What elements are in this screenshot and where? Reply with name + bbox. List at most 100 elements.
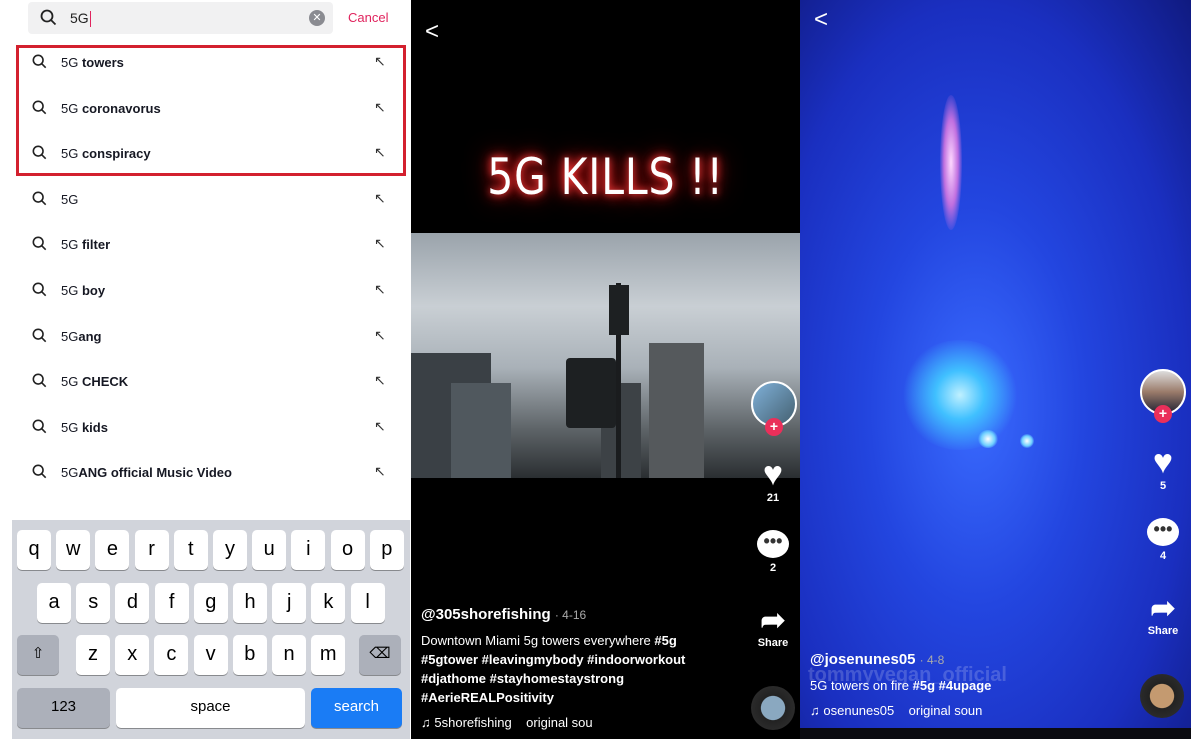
share-label: Share (757, 637, 789, 649)
key-i[interactable]: i (291, 530, 326, 570)
share-label: Share (1147, 625, 1179, 637)
suggestion-completion: ang (78, 328, 102, 344)
comment-button[interactable]: ••• 4 (1138, 518, 1188, 562)
key-q[interactable]: q (17, 530, 51, 570)
key-h[interactable]: h (233, 583, 267, 623)
key-p[interactable]: p (369, 530, 404, 570)
numbers-key[interactable]: 123 (17, 688, 110, 728)
fill-arrow-icon[interactable]: ↖ (374, 190, 386, 207)
key-w[interactable]: w (56, 530, 91, 570)
follow-plus-icon[interactable]: + (1154, 405, 1172, 423)
key-a[interactable]: a (37, 583, 71, 623)
building (649, 343, 704, 478)
music-disc[interactable] (751, 686, 795, 730)
highlight-box (16, 45, 406, 176)
key-m[interactable]: m (311, 635, 346, 675)
suggestion-item[interactable]: 5GANG official Music Video ↖ (30, 460, 390, 484)
suggestion-completion: kids (78, 419, 108, 435)
suggestion-completion: boy (78, 283, 106, 298)
key-d[interactable]: d (115, 583, 150, 623)
fill-arrow-icon[interactable]: ↖ (374, 327, 386, 344)
video-panel-2[interactable]: < + ♥ 5 ••• 4 ➦ Share tommyvegan_official @… (800, 0, 1191, 739)
key-l[interactable]: l (350, 583, 385, 623)
hashtags[interactable]: #5g #4upage (913, 678, 992, 693)
heart-icon: ♥ (1152, 443, 1174, 481)
key-k[interactable]: k (311, 583, 346, 623)
search-icon (32, 419, 47, 434)
video-frame (411, 233, 800, 478)
search-panel: 5G ✕ Cancel 5G towers ↖ 5G coronavorus ↖ 5G … (0, 0, 410, 739)
music-text: 5shorefishing original sou (434, 715, 593, 730)
cancel-button[interactable]: Cancel (348, 10, 388, 25)
comment-button[interactable]: ••• 2 (748, 530, 798, 574)
follow-plus-icon[interactable]: + (765, 418, 783, 436)
caption: Downtown Miami 5g towers everywhere #5g … (421, 631, 721, 707)
share-button[interactable]: ➦ Share (748, 605, 798, 650)
key-c[interactable]: c (154, 635, 189, 675)
back-button[interactable]: < (425, 18, 439, 46)
suggestion-item[interactable]: 5G boy ↖ (30, 278, 390, 302)
video-panel-1[interactable]: < 5G KILLS !! + ♥ 21 ••• 2 ➦ Share @305shor… (411, 0, 800, 739)
like-count: 21 (766, 492, 780, 504)
search-key[interactable]: search (311, 688, 402, 728)
key-n[interactable]: n (272, 635, 306, 675)
key-z[interactable]: z (76, 635, 110, 675)
music-disc[interactable] (1140, 674, 1184, 718)
key-j[interactable]: j (272, 583, 307, 623)
key-s[interactable]: s (76, 583, 111, 623)
clear-icon[interactable]: ✕ (309, 10, 325, 26)
fire-streak (940, 95, 962, 230)
search-icon (32, 191, 47, 206)
suggestion-item[interactable]: 5Gang ↖ (30, 324, 390, 348)
search-icon (32, 236, 47, 251)
music-text: osenunes05 original soun (823, 703, 983, 718)
light-spot (1020, 434, 1034, 448)
comment-count: 2 (769, 562, 777, 574)
key-t[interactable]: t (173, 530, 208, 570)
fill-arrow-icon[interactable]: ↖ (374, 418, 386, 435)
music-info[interactable]: ♫ 5shorefishing original sou (421, 715, 593, 730)
caption-text: Downtown Miami 5g towers everywhere (421, 633, 655, 648)
search-icon (32, 464, 47, 479)
key-u[interactable]: u (252, 530, 287, 570)
search-input[interactable]: 5G ✕ (28, 2, 333, 34)
username[interactable]: @305shorefishing · 4-16 (421, 606, 586, 623)
key-x[interactable]: x (115, 635, 150, 675)
keyboard: q w e r t y u i o p a s d f g h j k l ⇧ z x c v b n m ⌫ 123 space sear… (12, 520, 410, 739)
fill-arrow-icon[interactable]: ↖ (374, 372, 386, 389)
fill-arrow-icon[interactable]: ↖ (374, 463, 386, 480)
suggestion-item[interactable]: 5G CHECK ↖ (30, 369, 390, 393)
suggestion-item[interactable]: 5G ↖ (30, 187, 390, 211)
music-info[interactable]: ♫ osenunes05 original soun (810, 703, 982, 718)
key-r[interactable]: r (134, 530, 169, 570)
comment-icon: ••• (757, 530, 789, 558)
username[interactable]: @josenunes05 · 4-8 (810, 651, 944, 668)
like-button[interactable]: ♥ 21 (748, 456, 798, 504)
suggestion-item[interactable]: 5G filter ↖ (30, 232, 390, 256)
shift-key[interactable]: ⇧ (17, 635, 59, 675)
suggestion-item[interactable]: 5G kids ↖ (30, 415, 390, 439)
key-e[interactable]: e (95, 530, 130, 570)
space-key[interactable]: space (116, 688, 305, 728)
comment-icon: ••• (1147, 518, 1179, 546)
caption: 5G towers on fire #5g #4upage (810, 676, 991, 695)
back-button[interactable]: < (814, 6, 828, 34)
hashtags[interactable]: #5g (654, 633, 676, 648)
suggestion-completion: filter (78, 237, 111, 253)
hashtags[interactable]: #djathome #stayhomestaystrong (421, 671, 624, 686)
key-v[interactable]: v (193, 635, 228, 675)
key-f[interactable]: f (154, 583, 189, 623)
key-g[interactable]: g (193, 583, 228, 623)
share-icon: ➦ (1150, 592, 1176, 625)
hashtags[interactable]: #AerieREALPositivity (421, 690, 554, 705)
hashtags[interactable]: #5gtower #leavingmybody #indoorworkout (421, 652, 685, 667)
fill-arrow-icon[interactable]: ↖ (374, 281, 386, 298)
fill-arrow-icon[interactable]: ↖ (374, 235, 386, 252)
key-y[interactable]: y (213, 530, 247, 570)
key-b[interactable]: b (232, 635, 267, 675)
delete-key[interactable]: ⌫ (359, 635, 401, 675)
suggestion-prefix: 5G (61, 419, 79, 435)
share-button[interactable]: ➦ Share (1138, 592, 1188, 638)
like-button[interactable]: ♥ 5 (1138, 444, 1188, 492)
key-o[interactable]: o (330, 530, 365, 570)
